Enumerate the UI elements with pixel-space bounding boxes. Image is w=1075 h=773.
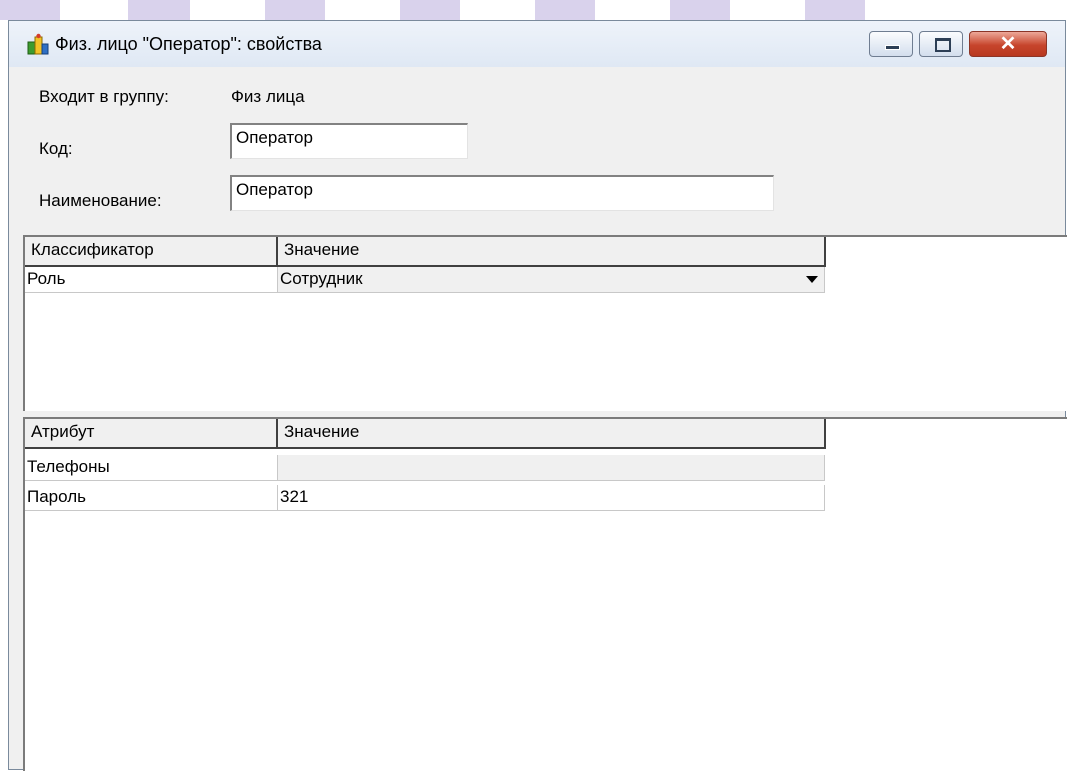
attribute-name-cell[interactable]: Телефоны: [25, 455, 278, 481]
maximize-button[interactable]: [919, 31, 963, 57]
classifier-value-text: Сотрудник: [280, 269, 363, 288]
code-label: Код:: [39, 139, 73, 158]
attribute-value-cell[interactable]: 321: [278, 485, 825, 511]
column-header-value[interactable]: Значение: [278, 419, 826, 449]
close-button[interactable]: ✕: [969, 31, 1047, 57]
minimize-icon: [885, 45, 900, 50]
classifier-name-cell[interactable]: Роль: [25, 267, 278, 293]
classifier-value-dropdown[interactable]: Сотрудник: [278, 267, 825, 293]
group-value: Физ лица: [231, 87, 305, 106]
attributes-grid[interactable]: Атрибут Значение Телефоны Пароль 321: [23, 417, 1067, 771]
attribute-value-cell[interactable]: [278, 455, 825, 481]
close-icon: ✕: [999, 33, 1017, 55]
minimize-button[interactable]: [869, 31, 913, 57]
classifiers-grid[interactable]: Классификатор Значение Роль Сотрудник: [23, 235, 1067, 411]
attribute-name-cell[interactable]: Пароль: [25, 485, 278, 511]
code-field[interactable]: Оператор: [230, 123, 468, 159]
group-label: Входит в группу:: [39, 87, 169, 106]
window-title: Физ. лицо "Оператор": свойства: [55, 34, 322, 54]
column-header-attribute[interactable]: Атрибут: [25, 419, 278, 449]
column-header-value[interactable]: Значение: [278, 237, 826, 267]
title-bar[interactable]: Физ. лицо "Оператор": свойства ✕: [9, 21, 1065, 67]
dropdown-arrow-icon[interactable]: [806, 276, 818, 283]
properties-window: Физ. лицо "Оператор": свойства ✕ Входит …: [8, 20, 1067, 771]
name-label: Наименование:: [39, 191, 162, 210]
maximize-icon: [935, 38, 951, 52]
column-header-classifier[interactable]: Классификатор: [25, 237, 278, 267]
people-icon: [27, 33, 49, 55]
name-field[interactable]: Оператор: [230, 175, 774, 211]
